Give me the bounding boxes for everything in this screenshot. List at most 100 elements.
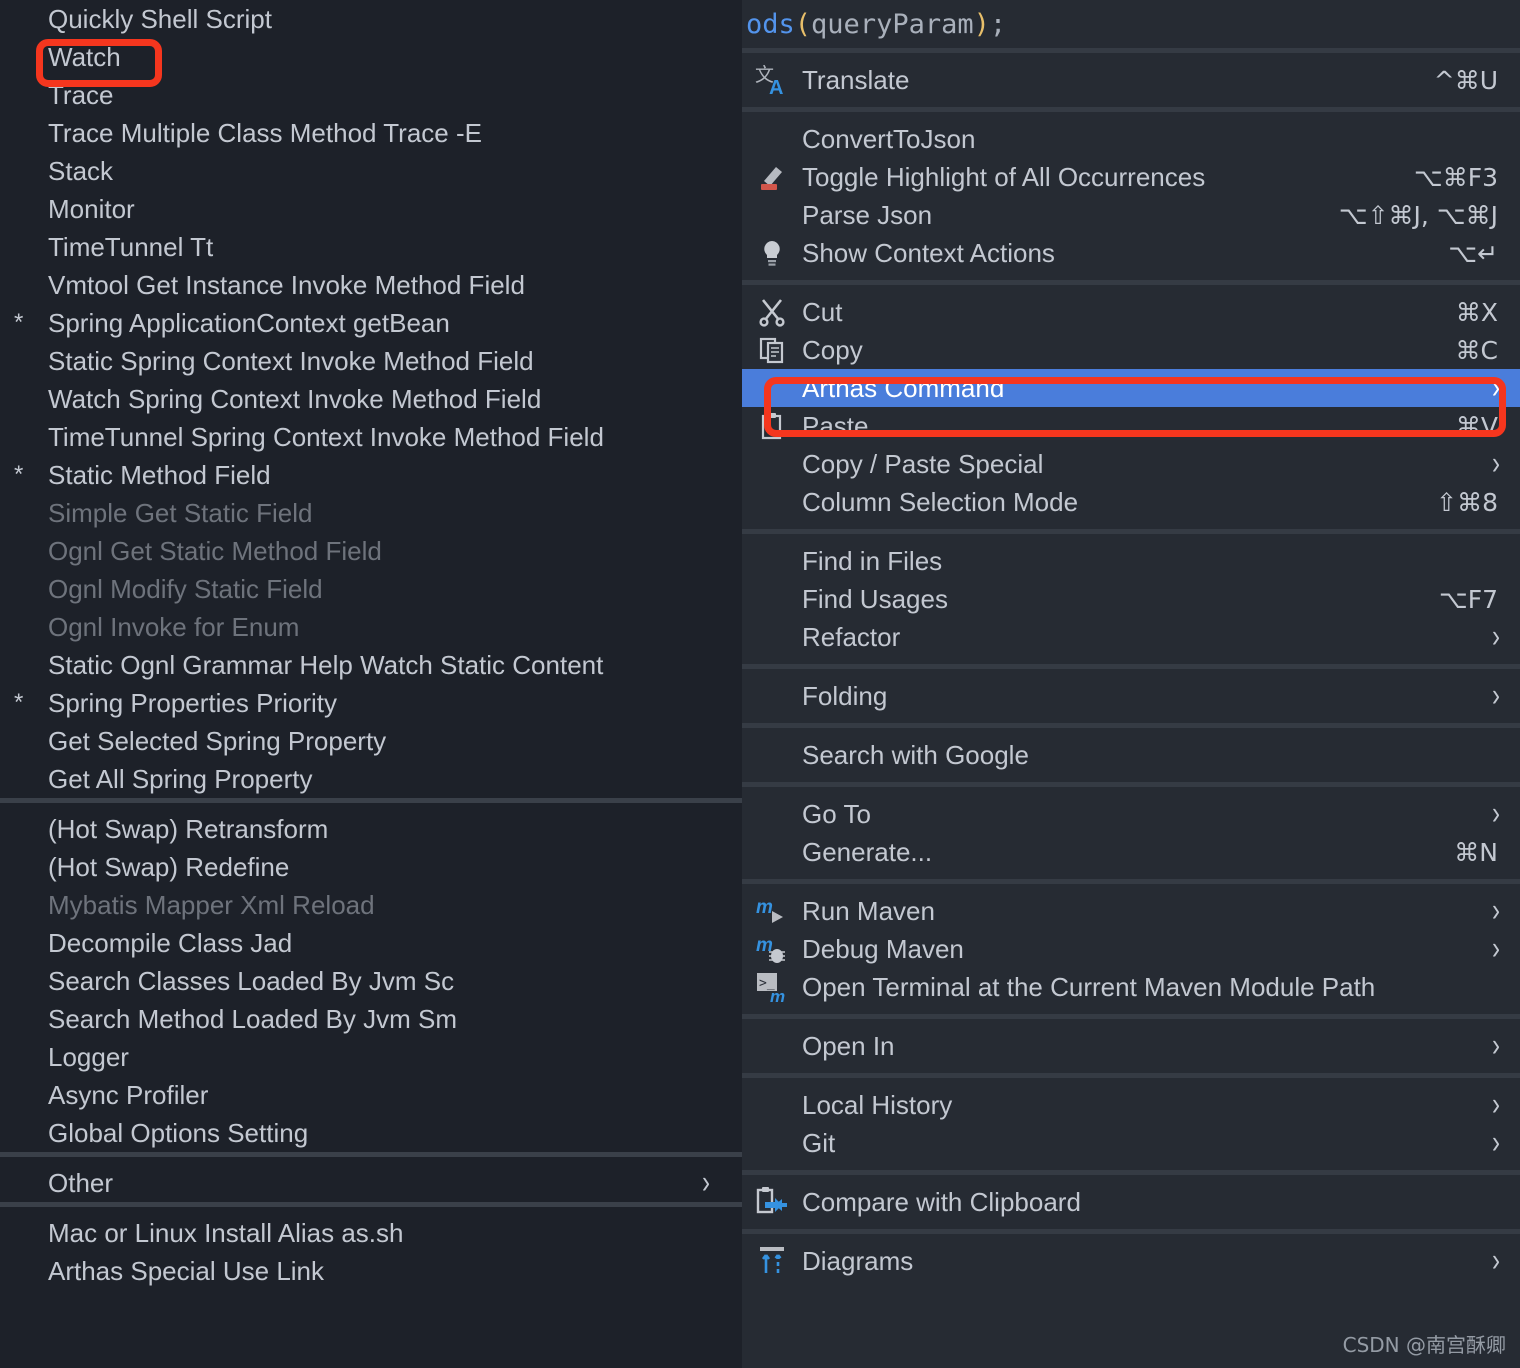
submenu-item[interactable]: Trace xyxy=(0,76,742,114)
context-menu-item[interactable]: Generate... ⌘N xyxy=(742,833,1520,871)
submenu-item[interactable]: (Hot Swap) Retransform xyxy=(0,810,742,848)
submenu-item-label: Global Options Setting xyxy=(48,1118,309,1148)
context-menu-item[interactable]: Open In › xyxy=(742,1027,1520,1065)
context-menu-item-label: Debug Maven xyxy=(802,933,964,964)
no-icon xyxy=(742,542,802,580)
context-menu-item[interactable]: Toggle Highlight of All Occurrences ⌥⌘F3 xyxy=(742,158,1520,196)
submenu-item-label: Search Method Loaded By Jvm Sm xyxy=(48,1004,457,1034)
context-menu-item[interactable]: Folding › xyxy=(742,677,1520,715)
submenu-item-label: Arthas Special Use Link xyxy=(48,1256,325,1286)
submenu-item[interactable]: Trace Multiple Class Method Trace -E xyxy=(0,114,742,152)
context-menu-item-label: Find in Files xyxy=(802,545,943,576)
context-menu-item[interactable]: Column Selection Mode ⇧⌘8 xyxy=(742,483,1520,521)
context-menu-item[interactable]: m Run Maven › xyxy=(742,892,1520,930)
chevron-right-icon: › xyxy=(1492,1086,1500,1123)
submenu-item[interactable]: Mac or Linux Install Alias as.sh xyxy=(0,1214,742,1252)
submenu-item-label: Ognl Invoke for Enum xyxy=(48,612,300,642)
submenu-item[interactable]: Watch Spring Context Invoke Method Field xyxy=(0,380,742,418)
submenu-item-label: Static Ognl Grammar Help Watch Static Co… xyxy=(48,650,604,680)
shortcut-label: ⌘X xyxy=(1455,297,1498,327)
submenu-item-label: Watch Spring Context Invoke Method Field xyxy=(48,384,542,414)
no-icon xyxy=(742,196,802,234)
context-menu-item[interactable]: Cut ⌘X xyxy=(742,293,1520,331)
context-menu-item[interactable]: 文 A Translate ^⌘U xyxy=(742,61,1520,99)
watermark: CSDN @南宫酥卿 xyxy=(1342,1333,1506,1357)
submenu-item-label: Static Spring Context Invoke Method Fiel… xyxy=(48,346,534,376)
editor-context-menu[interactable]: ods(queryParam); 文 A Translate ^⌘U ConvertTo… xyxy=(742,0,1520,1368)
submenu-item[interactable]: Arthas Special Use Link xyxy=(0,1252,742,1290)
context-menu-item[interactable]: ConvertToJson xyxy=(742,120,1520,158)
submenu-item[interactable]: * Static Method Field xyxy=(0,456,742,494)
favorite-star-icon: * xyxy=(14,461,24,488)
chevron-right-icon: › xyxy=(1492,618,1500,655)
context-menu-item[interactable]: Copy ⌘C xyxy=(742,331,1520,369)
submenu-item[interactable]: Decompile Class Jad xyxy=(0,924,742,962)
submenu-item-label: Ognl Modify Static Field xyxy=(48,574,323,604)
no-icon xyxy=(742,483,802,521)
submenu-item[interactable]: Global Options Setting xyxy=(0,1114,742,1152)
submenu-item[interactable]: Monitor xyxy=(0,190,742,228)
submenu-item[interactable]: Logger xyxy=(0,1038,742,1076)
submenu-item[interactable]: Stack xyxy=(0,152,742,190)
context-menu-item[interactable]: Show Context Actions ⌥↵ xyxy=(742,234,1520,272)
context-menu-item[interactable]: m Debug Maven › xyxy=(742,930,1520,968)
scissors-icon xyxy=(742,293,802,331)
submenu-item-label: Other xyxy=(48,1168,114,1198)
maven-terminal-icon: >_ m xyxy=(742,968,802,1006)
svg-text:m: m xyxy=(756,935,773,956)
context-menu-item-label: Open Terminal at the Current Maven Modul… xyxy=(802,971,1376,1002)
svg-text:m: m xyxy=(756,897,773,918)
context-menu-item[interactable]: Arthas Command › xyxy=(742,369,1520,407)
submenu-item[interactable]: Get All Spring Property xyxy=(0,760,742,798)
context-menu-item[interactable]: Paste ⌘V xyxy=(742,407,1520,445)
context-menu-item[interactable]: Find Usages ⌥F7 xyxy=(742,580,1520,618)
context-menu-item[interactable]: Search with Google xyxy=(742,736,1520,774)
submenu-item[interactable]: Search Classes Loaded By Jvm Sc xyxy=(0,962,742,1000)
context-menu-item[interactable]: Refactor › xyxy=(742,618,1520,656)
submenu-item[interactable]: * Spring Properties Priority xyxy=(0,684,742,722)
svg-text:A: A xyxy=(769,77,783,97)
context-menu-item-label: Paste xyxy=(802,410,869,441)
context-menu-item-label: Cut xyxy=(802,296,843,327)
submenu-item-label: Spring ApplicationContext getBean xyxy=(48,308,450,338)
shortcut-label: ⌘N xyxy=(1454,837,1498,867)
context-menu-item[interactable]: Go To › xyxy=(742,795,1520,833)
submenu-item-label: Logger xyxy=(48,1042,129,1072)
context-menu-item[interactable]: Copy / Paste Special › xyxy=(742,445,1520,483)
submenu-item-label: Ognl Get Static Method Field xyxy=(48,536,382,566)
submenu-item[interactable]: (Hot Swap) Redefine xyxy=(0,848,742,886)
context-menu-item[interactable]: >_ m Open Terminal at the Current Maven Mo… xyxy=(742,968,1520,1006)
context-menu-item[interactable]: Compare with Clipboard xyxy=(742,1183,1520,1221)
context-menu-item-label: Go To xyxy=(802,798,871,829)
no-icon xyxy=(742,795,802,833)
submenu-item[interactable]: Quickly Shell Script xyxy=(0,0,742,38)
submenu-item[interactable]: Static Ognl Grammar Help Watch Static Co… xyxy=(0,646,742,684)
context-menu-item[interactable]: Parse Json ⌥⇧⌘J, ⌥⌘J xyxy=(742,196,1520,234)
context-menu-item[interactable]: Diagrams › xyxy=(742,1242,1520,1280)
context-menu-item[interactable]: Find in Files xyxy=(742,542,1520,580)
submenu-item[interactable]: Vmtool Get Instance Invoke Method Field xyxy=(0,266,742,304)
submenu-item[interactable]: Other › xyxy=(0,1164,742,1202)
shortcut-label: ⌥F7 xyxy=(1438,584,1498,614)
submenu-item[interactable]: Async Profiler xyxy=(0,1076,742,1114)
favorite-star-icon: * xyxy=(14,689,24,716)
context-menu-item[interactable]: Git › xyxy=(742,1124,1520,1162)
context-menu-item-label: Local History xyxy=(802,1089,953,1120)
submenu-item: Ognl Modify Static Field xyxy=(0,570,742,608)
no-icon xyxy=(742,445,802,483)
submenu-item[interactable]: Watch xyxy=(0,38,742,76)
chevron-right-icon: › xyxy=(702,1164,710,1201)
submenu-item-label: Mac or Linux Install Alias as.sh xyxy=(48,1218,404,1248)
submenu-item[interactable]: Get Selected Spring Property xyxy=(0,722,742,760)
translate-icon: 文A xyxy=(742,61,802,99)
arthas-command-submenu[interactable]: Quickly Shell Script Watch Trace Trace Mult… xyxy=(0,0,742,1368)
submenu-item[interactable]: TimeTunnel Tt xyxy=(0,228,742,266)
submenu-item-label: TimeTunnel Spring Context Invoke Method … xyxy=(48,422,604,452)
submenu-item[interactable]: Search Method Loaded By Jvm Sm xyxy=(0,1000,742,1038)
submenu-item[interactable]: TimeTunnel Spring Context Invoke Method … xyxy=(0,418,742,456)
code-token: ; xyxy=(989,8,1007,40)
submenu-item[interactable]: Static Spring Context Invoke Method Fiel… xyxy=(0,342,742,380)
context-menu-item[interactable]: Local History › xyxy=(742,1086,1520,1124)
no-icon xyxy=(742,1124,802,1162)
submenu-item[interactable]: * Spring ApplicationContext getBean xyxy=(0,304,742,342)
